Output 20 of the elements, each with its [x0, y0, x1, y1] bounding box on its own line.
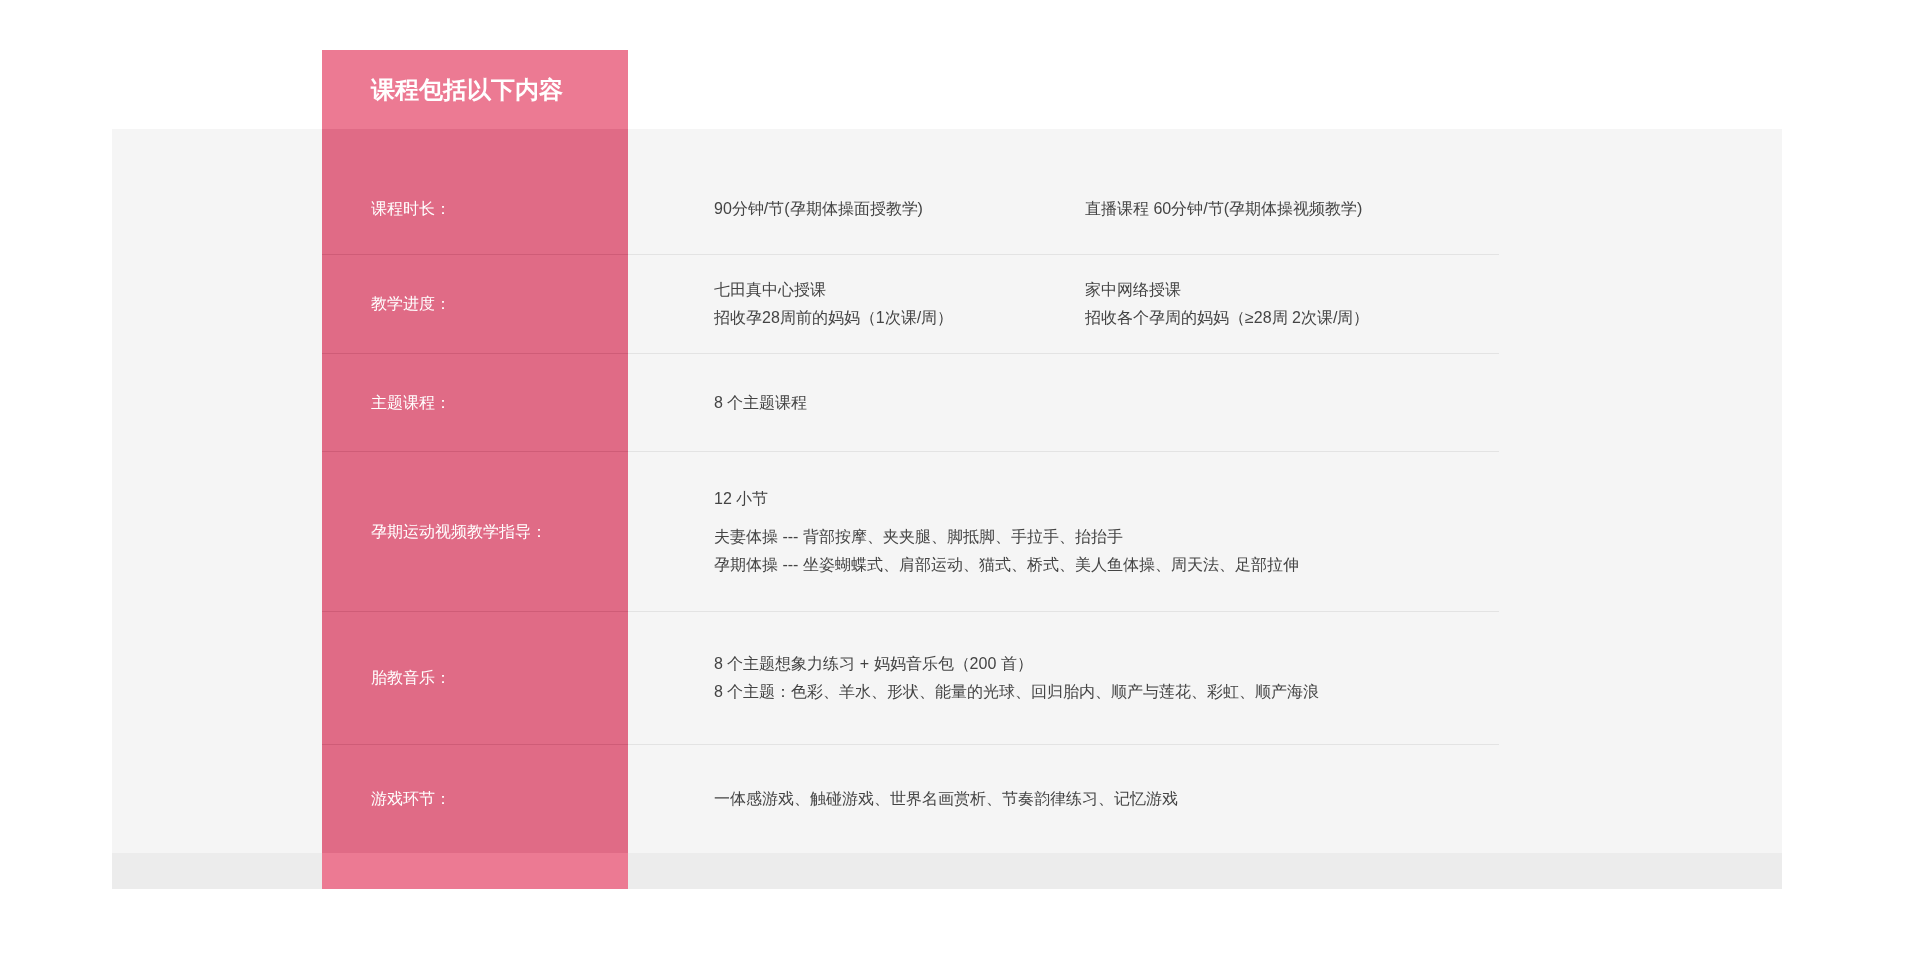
detail-text: 招收各个孕周的妈妈（≥28周 2次课/周）: [1085, 308, 1371, 328]
row-label: 课程时长：: [371, 198, 451, 219]
row-label: 游戏环节：: [371, 789, 451, 809]
detail-text: 夫妻体操 --- 背部按摩、夹夹腿、脚抵脚、手拉手、抬抬手: [714, 526, 1124, 547]
detail-text: 招收孕28周前的妈妈（1次课/周）: [714, 308, 955, 328]
detail-text: 12 小节: [714, 488, 770, 509]
detail-text: 8 个主题课程: [714, 392, 809, 413]
detail-text: 8 个主题：色彩、羊水、形状、能量的光球、回归胎内、顺产与莲花、彩虹、顺产海浪: [714, 682, 1320, 702]
row-label: 胎教音乐：: [371, 668, 451, 688]
detail-text: 90分钟/节(孕期体操面授教学): [714, 198, 924, 219]
detail-text: 孕期体操 --- 坐姿蝴蝶式、肩部运动、猫式、桥式、美人鱼体操、周天法、足部拉伸: [714, 554, 1299, 575]
row-label: 教学进度：: [371, 294, 451, 314]
section-title: 课程包括以下内容: [371, 74, 563, 105]
row-label: 孕期运动视频教学指导：: [371, 521, 547, 542]
detail-text: 直播课程 60分钟/节(孕期体操视频教学): [1085, 198, 1364, 219]
row-label: 主题课程：: [371, 392, 451, 413]
detail-text: 8 个主题想象力练习 + 妈妈音乐包（200 首）: [714, 654, 1034, 674]
detail-text: 七田真中心授课: [714, 280, 827, 300]
detail-text: 家中网络授课: [1085, 280, 1182, 300]
detail-text: 一体感游戏、触碰游戏、世界名画赏析、节奏韵律练习、记忆游戏: [714, 789, 1178, 809]
